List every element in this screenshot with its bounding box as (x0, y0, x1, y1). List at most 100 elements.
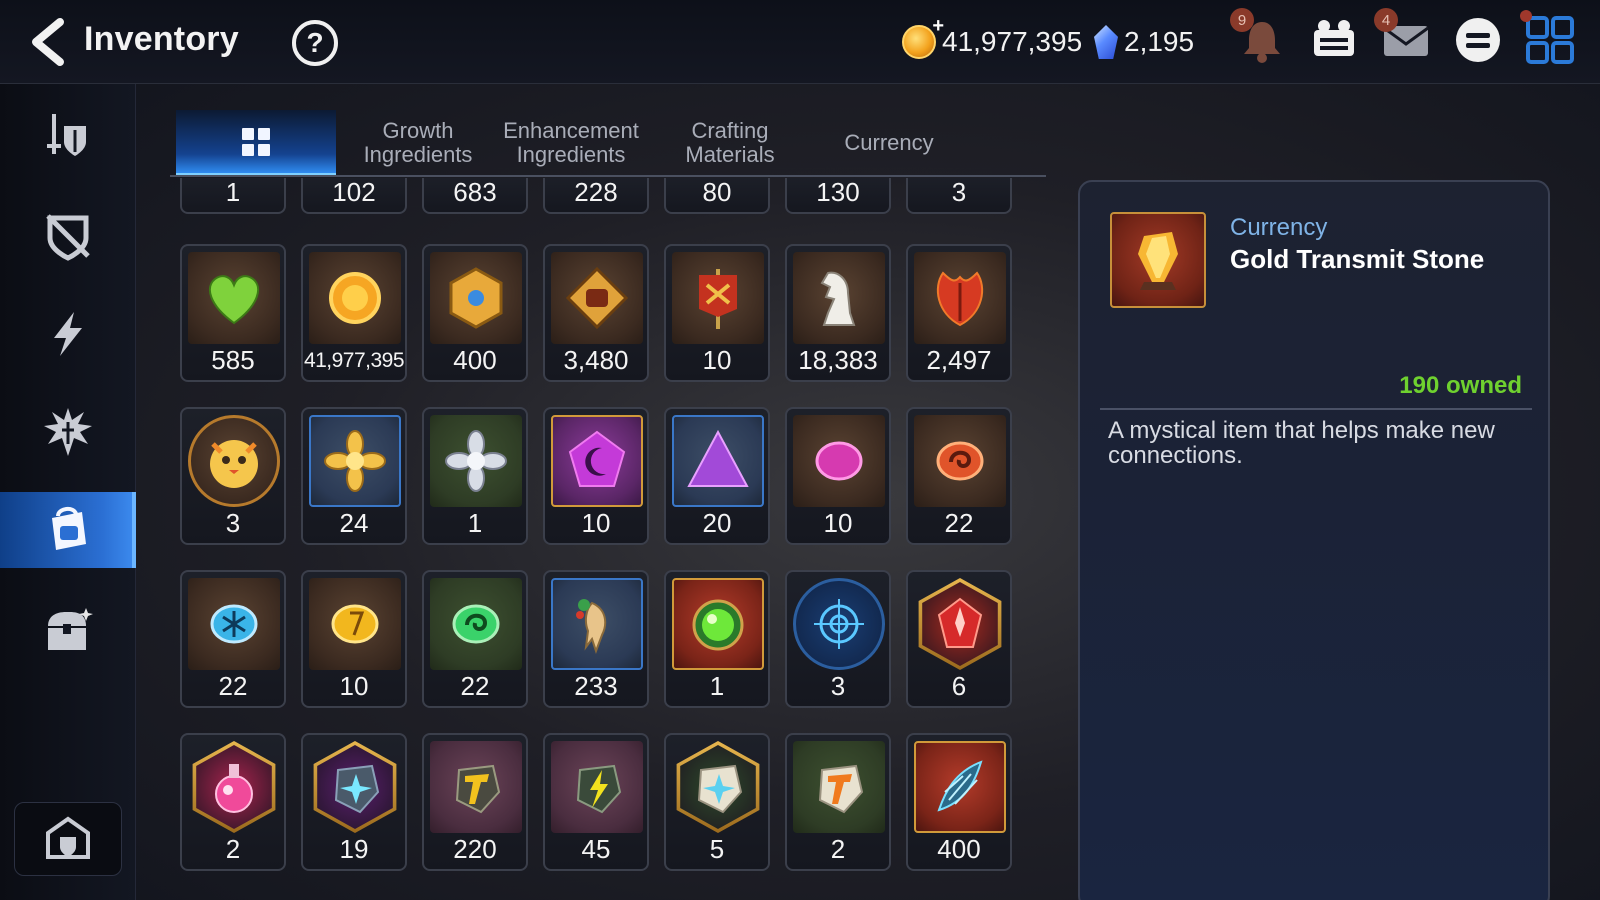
item-icon-frame (430, 741, 522, 833)
skystone-amount: 2,195 (1124, 26, 1195, 57)
spiky-figure-icon (44, 408, 92, 456)
item-slot[interactable]: 6 (906, 570, 1012, 708)
backpack-icon (52, 507, 86, 550)
item-count: 2 (225, 834, 241, 864)
notification-button[interactable]: 9 (1230, 8, 1288, 66)
mascot-icon (210, 440, 258, 488)
item-slot[interactable]: 585 (180, 244, 286, 382)
chat-icon (1456, 18, 1500, 62)
green-swirl-rune-icon (452, 604, 500, 644)
tabs-divider (170, 175, 1046, 177)
item-slot[interactable]: 1 (422, 407, 528, 545)
tab-all[interactable] (176, 110, 336, 176)
skystone-currency[interactable]: 2,195 (1094, 20, 1194, 64)
tab-currency[interactable]: Currency (816, 110, 962, 176)
item-slot[interactable]: 3 (785, 570, 891, 708)
item-slot[interactable]: 233 (543, 570, 649, 708)
item-icon-frame (430, 578, 522, 670)
red-leaf-icon (936, 271, 984, 327)
item-slot-partial[interactable]: 80 (664, 178, 770, 214)
sidebar-chest[interactable] (0, 592, 136, 668)
menu-grid-icon (1526, 16, 1574, 64)
purple-moon-gem-icon (568, 430, 626, 487)
gold-t-stone-icon (455, 764, 501, 814)
sidebar-bag[interactable] (0, 492, 136, 568)
tab-enhancement-ingredients[interactable]: Enhancement Ingredients (496, 110, 646, 176)
item-slot[interactable]: 20 (664, 407, 770, 545)
item-slot[interactable]: 10 (785, 407, 891, 545)
item-slot[interactable]: 10 (301, 570, 407, 708)
menu-button[interactable] (1520, 10, 1576, 66)
item-slot[interactable]: 2 (180, 733, 286, 871)
item-slot-partial[interactable]: 683 (422, 178, 528, 214)
white-star-stone-icon (697, 764, 743, 814)
blue-sigil-icon (814, 599, 864, 649)
item-slot[interactable]: 10 (664, 244, 770, 382)
gold-flower-icon (324, 430, 386, 492)
help-button[interactable]: ? (292, 20, 338, 66)
item-slot[interactable]: 5 (664, 733, 770, 871)
sidebar-skill[interactable] (0, 296, 136, 372)
tab-growth-ingredients[interactable]: Growth Ingredients (348, 110, 488, 176)
gold-currency[interactable]: 41,977,395 (902, 15, 1082, 64)
item-slot[interactable]: 400 (422, 244, 528, 382)
item-count: 233 (574, 671, 618, 701)
gold-transmit-stone-icon (1110, 212, 1206, 308)
tab-crafting-materials[interactable]: Crafting Materials (664, 110, 796, 176)
help-icon: ? (306, 27, 324, 58)
item-count: 2,497 (926, 345, 992, 375)
item-icon-frame (309, 741, 401, 833)
item-slot-partial[interactable]: 102 (301, 178, 407, 214)
item-count: 102 (332, 178, 376, 207)
notification-badge: 9 (1230, 8, 1254, 32)
detail-divider (1100, 408, 1532, 410)
sidebar-equipment[interactable] (0, 98, 136, 174)
item-icon-frame (551, 578, 643, 670)
back-button[interactable] (24, 16, 70, 68)
chat-button[interactable] (1452, 14, 1504, 66)
orange-swirl-rune-icon (936, 441, 984, 481)
item-slot[interactable]: 22 (422, 570, 528, 708)
item-count: 19 (339, 834, 369, 864)
item-slot[interactable]: 220 (422, 733, 528, 871)
item-slot[interactable]: 22 (906, 407, 1012, 545)
item-slot[interactable]: 3 (180, 407, 286, 545)
item-slot[interactable]: 10 (543, 407, 649, 545)
ginseng-root-icon (576, 599, 607, 654)
item-grid: 1 102 683 228 80 130 3 585 41,977,395 400 3,480 10 1… (170, 178, 1050, 900)
item-icon-frame (430, 252, 522, 344)
item-slot[interactable]: 19 (301, 733, 407, 871)
item-slot[interactable]: 41,977,395 (301, 244, 407, 382)
item-slot[interactable]: 1 (664, 570, 770, 708)
lightning-icon (54, 312, 82, 356)
item-icon-frame (551, 741, 643, 833)
treasure-chest-icon (48, 608, 93, 650)
item-slot[interactable]: 400 (906, 733, 1012, 871)
team-button[interactable] (1308, 14, 1360, 66)
item-icon-frame (309, 578, 401, 670)
item-slot[interactable]: 2 (785, 733, 891, 871)
guild-button[interactable] (14, 802, 122, 876)
mail-button[interactable]: 4 (1374, 8, 1432, 66)
item-slot-partial[interactable]: 228 (543, 178, 649, 214)
sidebar-hero[interactable] (0, 394, 136, 470)
item-slot-partial[interactable]: 1 (180, 178, 286, 214)
item-slot[interactable]: 45 (543, 733, 649, 871)
item-slot-partial[interactable]: 3 (906, 178, 1012, 214)
sidebar-artifact[interactable] (0, 198, 136, 274)
item-slot[interactable]: 22 (180, 570, 286, 708)
broken-shield-icon (46, 214, 90, 261)
item-count: 22 (944, 508, 974, 538)
item-slot[interactable]: 18,383 (785, 244, 891, 382)
item-icon-frame (914, 578, 1006, 670)
item-count: 10 (339, 671, 369, 701)
item-icon-frame (188, 415, 280, 507)
item-count: 3 (951, 178, 967, 207)
item-icon-frame (188, 578, 280, 670)
item-slot[interactable]: 2,497 (906, 244, 1012, 382)
item-slot[interactable]: 3,480 (543, 244, 649, 382)
item-icon-frame (672, 252, 764, 344)
item-slot[interactable]: 24 (301, 407, 407, 545)
item-slot-partial[interactable]: 130 (785, 178, 891, 214)
sword-shield-icon (47, 114, 86, 156)
